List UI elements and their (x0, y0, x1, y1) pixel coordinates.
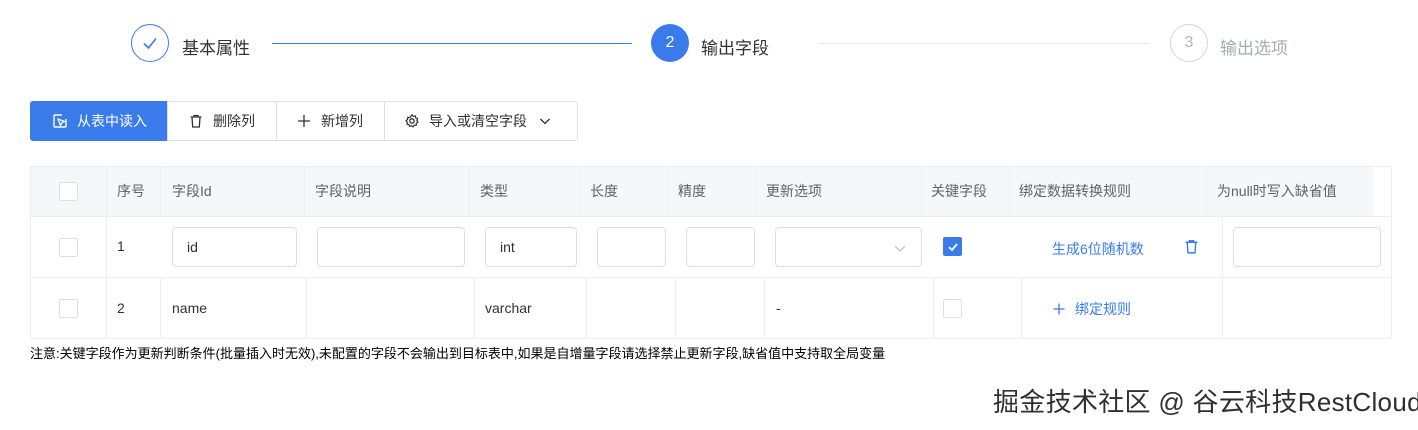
toolbar: 从表中读入 删除列 新增列 导入或清空字段 (30, 101, 578, 141)
column-header-type: 类型 (480, 183, 508, 199)
column-header-precision: 精度 (678, 183, 706, 199)
table-row: 2 name varchar - 绑定规则 (31, 277, 1391, 339)
row-1-key-field-checkbox[interactable] (943, 237, 962, 256)
fields-table: 序号 字段Id 字段说明 类型 长度 精度 更新选项 关键字段 绑定数据转换规则… (30, 166, 1392, 339)
row-2-checkbox[interactable] (59, 299, 78, 318)
import-or-clear-dropdown[interactable]: 导入或清空字段 (384, 101, 578, 141)
column-header-rule: 绑定数据转换规则 (1019, 183, 1131, 199)
steps-bar: 基本属性 2 输出字段 3 输出选项 (131, 22, 1291, 66)
delete-column-label: 删除列 (213, 113, 255, 129)
column-header-length: 长度 (590, 183, 618, 199)
step-2-title: 输出字段 (701, 39, 769, 58)
import-cursor-icon (52, 113, 68, 129)
column-header-key-field: 关键字段 (931, 183, 987, 199)
row-2-update-option: - (776, 300, 781, 316)
delete-column-button[interactable]: 删除列 (167, 101, 277, 141)
step-2-number: 2 (651, 24, 689, 62)
chevron-down-icon (893, 241, 907, 255)
plus-icon (296, 113, 312, 129)
column-header-index: 序号 (117, 183, 145, 199)
gear-icon (404, 113, 420, 129)
select-all-checkbox[interactable] (59, 182, 78, 201)
notice-text: 注意:关键字段作为更新判断条件(批量插入时无效),未配置的字段不会输出到目标表中… (30, 346, 886, 361)
step-1-line (272, 43, 632, 44)
step-1-check-icon (131, 24, 169, 62)
table-row: 1 id int 生成6位随机数 (31, 216, 1391, 278)
chevron-down-icon (539, 115, 551, 127)
read-from-table-label: 从表中读入 (77, 113, 147, 129)
row-1-index: 1 (117, 238, 125, 254)
row-1-update-option-select[interactable] (775, 227, 922, 267)
row-2-index: 2 (117, 300, 125, 316)
row-1-field-id-input[interactable]: id (172, 227, 297, 267)
column-header-field-id: 字段Id (172, 183, 212, 199)
row-1-precision-input[interactable] (686, 227, 755, 267)
check-icon (947, 242, 958, 251)
row-2-bind-rule-label: 绑定规则 (1075, 301, 1131, 317)
row-1-length-input[interactable] (597, 227, 666, 267)
plus-icon (1052, 302, 1066, 316)
row-1-delete-rule-trash-icon[interactable] (1183, 238, 1200, 255)
row-1-description-input[interactable] (317, 227, 465, 267)
row-2-bind-rule-button[interactable]: 绑定规则 (1052, 299, 1131, 319)
import-or-clear-label: 导入或清空字段 (429, 113, 527, 129)
row-1-type-input[interactable]: int (485, 227, 577, 267)
trash-icon (188, 113, 204, 129)
row-2-key-field-checkbox[interactable] (943, 299, 962, 318)
column-header-default-value: 为null时写入缺省值 (1217, 183, 1337, 199)
step-3-number: 3 (1170, 24, 1208, 62)
row-1-checkbox[interactable] (59, 238, 78, 257)
step-3-title: 输出选项 (1220, 39, 1288, 58)
column-header-update-option: 更新选项 (766, 183, 822, 199)
column-header-description: 字段说明 (315, 183, 371, 199)
step-1-title: 基本属性 (182, 39, 250, 58)
row-1-rule-link[interactable]: 生成6位随机数 (1052, 239, 1144, 259)
row-1-default-value-input[interactable] (1233, 227, 1381, 267)
row-2-field-id: name (172, 300, 208, 316)
table-header: 序号 字段Id 字段说明 类型 长度 精度 更新选项 关键字段 绑定数据转换规则… (31, 167, 1373, 216)
step-2-line (819, 43, 1149, 44)
add-column-button[interactable]: 新增列 (276, 101, 385, 141)
row-2-type: varchar (485, 300, 532, 316)
read-from-table-button[interactable]: 从表中读入 (30, 101, 168, 141)
add-column-label: 新增列 (321, 113, 363, 129)
watermark: 掘金技术社区 @ 谷云科技RestCloud (993, 387, 1418, 417)
